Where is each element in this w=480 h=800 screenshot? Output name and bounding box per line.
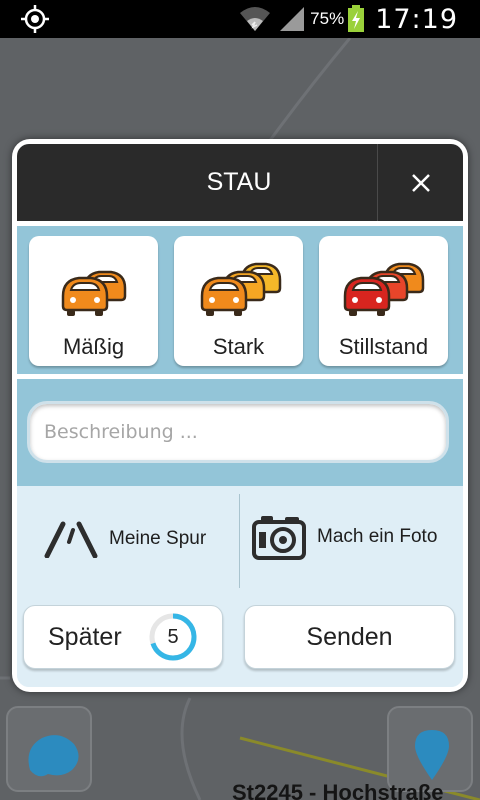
battery-charging-icon [348,5,365,32]
take-photo-label: Mach ein Foto [317,526,438,547]
dialog-title: STAU [206,168,272,196]
wifi-icon [240,7,271,31]
close-icon [412,174,430,192]
my-lane-label: Meine Spur [109,528,207,549]
traffic-type-heavy[interactable]: Stark [174,236,303,366]
cars-heavy-icon [200,262,282,316]
dialog-actions: Später 5 Senden [17,594,463,687]
gps-icon [21,5,49,33]
take-photo-button[interactable]: Mach ein Foto [251,512,437,562]
cars-moderate-icon [61,270,127,316]
description-input[interactable] [27,401,449,463]
waze-menu-button[interactable] [6,706,92,792]
street-label: St2245 - Hochstraße [232,780,444,800]
dialog-header: STAU [17,144,463,221]
clock: 17:19 [375,3,458,35]
later-label: Später [48,623,122,651]
report-options: Meine Spur Mach ein Foto [17,486,463,594]
cars-standstill-icon [343,262,425,316]
send-button[interactable]: Senden [244,605,455,669]
traffic-report-dialog: STAU Mäßig Stark Stillstand Beschreibung… [12,139,468,692]
traffic-type-standstill[interactable]: Stillstand [319,236,448,366]
traffic-type-label: Stillstand [338,334,429,359]
traffic-type-label: Mäßig [62,334,125,359]
description-panel [17,379,463,486]
waze-icon [28,735,79,777]
close-button[interactable] [377,144,463,221]
traffic-type-label: Stark [212,334,265,359]
countdown-timer: 5 [148,612,198,662]
countdown-value: 5 [167,626,179,648]
my-lane-toggle[interactable]: Meine Spur [43,520,206,558]
later-button[interactable]: Später 5 [23,605,223,669]
traffic-type-panel: Mäßig Stark Stillstand [17,226,463,374]
camera-icon [252,516,306,560]
signal-icon [280,7,305,31]
traffic-type-moderate[interactable]: Mäßig [29,236,158,366]
status-bar: 75% 17:19 [0,0,480,38]
lane-icon [44,521,98,558]
battery-percent: 75% [310,9,345,28]
